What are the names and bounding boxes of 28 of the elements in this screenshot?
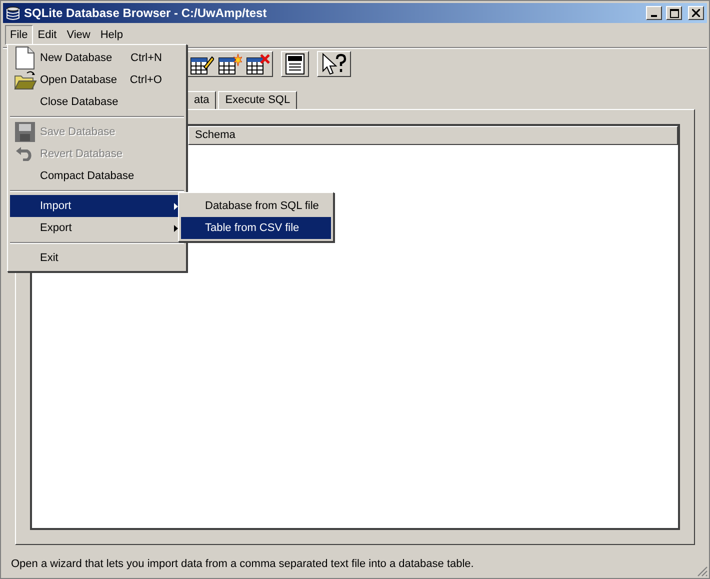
column-header[interactable]: Schema bbox=[188, 126, 678, 145]
maximize-icon bbox=[670, 8, 678, 18]
folder-icon bbox=[13, 69, 37, 91]
menu-entry[interactable]: Open Database Ctrl+O bbox=[10, 69, 184, 91]
tab[interactable]: ata bbox=[187, 91, 216, 109]
close-icon bbox=[692, 9, 700, 17]
menu-item[interactable]: View bbox=[62, 24, 96, 46]
menu-item[interactable]: Edit bbox=[32, 24, 62, 46]
database-icon bbox=[6, 6, 20, 20]
menu-item[interactable]: Help bbox=[95, 24, 128, 46]
menu-entry[interactable]: Compact Database bbox=[10, 165, 184, 187]
resize-grip-icon[interactable] bbox=[696, 565, 708, 577]
close-button[interactable] bbox=[688, 6, 704, 20]
submenu-arrow-icon bbox=[174, 224, 178, 232]
menu-entry[interactable]: Database from SQL file bbox=[181, 195, 331, 217]
menu-entry[interactable]: Close Database bbox=[10, 91, 184, 113]
table-delete-icon[interactable] bbox=[246, 53, 270, 75]
minimize-button[interactable] bbox=[646, 6, 662, 20]
tab[interactable]: Execute SQL bbox=[218, 91, 298, 109]
menu-entry[interactable]: Exit bbox=[10, 247, 184, 269]
log-document-icon[interactable] bbox=[285, 53, 305, 75]
maximize-button[interactable] bbox=[666, 6, 682, 20]
table-new-icon[interactable] bbox=[218, 53, 242, 75]
window-title: SQLite Database Browser - C:/UwAmp/test bbox=[24, 5, 267, 22]
whats-this-cursor-icon[interactable] bbox=[321, 53, 347, 75]
menu-entry[interactable]: New Database Ctrl+N bbox=[10, 47, 184, 69]
status-text: Open a wizard that lets you import data from a comma separated text file into a database table. bbox=[11, 556, 474, 572]
menu-entry[interactable]: Table from CSV file bbox=[181, 217, 331, 239]
